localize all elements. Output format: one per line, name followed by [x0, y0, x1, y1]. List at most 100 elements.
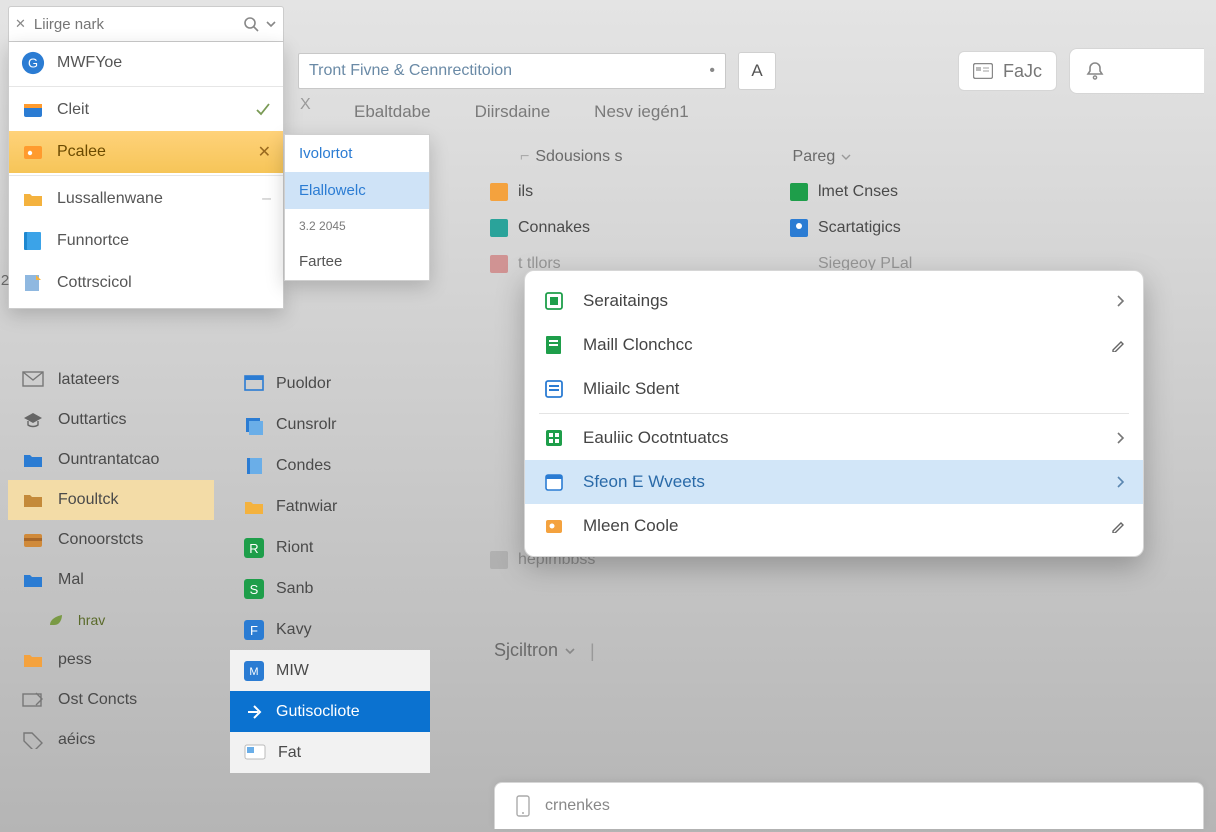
- address-box[interactable]: Tront Fivne & Cennrectitoion •: [298, 53, 726, 89]
- globe-icon: G: [21, 51, 45, 75]
- folder-icon: [21, 187, 45, 211]
- bottom-label: crnenkes: [545, 797, 610, 815]
- list-item[interactable]: Outtartics: [8, 400, 214, 440]
- separator-icon: |: [590, 641, 595, 662]
- font-button[interactable]: A: [738, 52, 776, 90]
- chevron-right-icon: [1115, 431, 1125, 445]
- search-field[interactable]: ✕: [8, 6, 284, 42]
- section-dropdown[interactable]: Sjciltron |: [494, 640, 595, 662]
- search-input[interactable]: [32, 15, 237, 34]
- address-text: Tront Fivne & Cennrectitoion: [309, 62, 512, 80]
- grid-doc-icon: [543, 427, 565, 449]
- person-card-icon: [543, 515, 565, 537]
- book-icon: [21, 229, 45, 253]
- list-item-selected[interactable]: Gutisocliote: [230, 691, 430, 732]
- chevron-down-icon: [841, 152, 851, 162]
- faic-label: FaJc: [1003, 61, 1042, 82]
- svg-text:G: G: [28, 56, 38, 71]
- grid-item[interactable]: Connakes: [490, 210, 730, 246]
- tab-0[interactable]: Ebaltdabe: [354, 102, 431, 122]
- list-item[interactable]: Ountrantatcao: [8, 440, 214, 480]
- dash-icon: –: [262, 190, 271, 208]
- list-item[interactable]: pess: [8, 640, 214, 680]
- sidebar-item-3[interactable]: Lussallenwane –: [9, 178, 283, 220]
- close-icon[interactable]: ✕: [258, 142, 271, 162]
- list-item[interactable]: latateers: [8, 360, 214, 400]
- list-item[interactable]: aéics: [8, 720, 214, 760]
- context-menu: Seraitaings Maill Clonchcc Mliailc Sdent…: [524, 270, 1144, 557]
- chevron-down-icon: [564, 645, 576, 657]
- list-item[interactable]: R Riont: [230, 527, 430, 568]
- column-header-0[interactable]: ⌐Sdousions s: [520, 148, 623, 166]
- list-item[interactable]: Conoorstcts: [8, 520, 214, 560]
- tab-1[interactable]: Diirsdaine: [475, 102, 551, 122]
- sidebar-item-0[interactable]: G MWFYoe: [9, 42, 283, 84]
- sidebar-item-label: MWFYoe: [57, 54, 122, 72]
- close-icon[interactable]: ✕: [15, 16, 26, 32]
- phone-icon: [515, 795, 531, 817]
- list-item[interactable]: Fat: [230, 732, 430, 773]
- list-item[interactable]: Mal: [8, 560, 214, 600]
- menu-item-3[interactable]: Eauliic Ocotntuatcs: [525, 416, 1143, 460]
- menu-item-2[interactable]: Mliailc Sdent: [525, 367, 1143, 411]
- menu-item-4[interactable]: Sfeon E Wveets: [525, 460, 1143, 504]
- chevron-down-icon[interactable]: [265, 18, 277, 30]
- grid-item[interactable]: Scartatigics: [790, 210, 1030, 246]
- list-item[interactable]: Ost Concts: [8, 680, 214, 720]
- menu-item-1[interactable]: Maill Clonchcc: [525, 323, 1143, 367]
- dropdown-item-1[interactable]: Elallowelc: [285, 172, 429, 209]
- app-icon: M: [244, 661, 264, 681]
- list-item[interactable]: Fooultck: [8, 480, 214, 520]
- search-icon[interactable]: [243, 16, 259, 32]
- grid-item[interactable]: lmet Cnses: [790, 174, 1030, 210]
- dropdown-item-2: 3.2 2045: [285, 209, 429, 243]
- hat-icon: [22, 410, 44, 430]
- sidebar-item-label: Pcalee: [57, 143, 106, 161]
- bell-pill[interactable]: [1069, 48, 1204, 94]
- folder-icon: [244, 498, 264, 516]
- app-icon: S: [244, 579, 264, 599]
- folder-icon: [22, 650, 44, 670]
- sidebar-item-label: Lussallenwane: [57, 190, 163, 208]
- dropdown-dot-icon[interactable]: •: [709, 62, 715, 80]
- list-item[interactable]: hrav: [8, 600, 214, 640]
- list-item[interactable]: S Sanb: [230, 568, 430, 609]
- dropdown-item-3[interactable]: Fartee: [285, 243, 429, 280]
- wallet-icon: [22, 530, 44, 550]
- faic-pill[interactable]: FaJc: [958, 51, 1057, 91]
- mail-doc-icon: [543, 334, 565, 356]
- sidebar-item-2[interactable]: Pcalee ✕: [9, 131, 283, 173]
- list-item[interactable]: Puoldor: [230, 363, 430, 404]
- pen-icon: [1111, 338, 1125, 352]
- leaf-icon: [48, 613, 64, 627]
- sidebar-item-4[interactable]: Funnortce: [9, 220, 283, 262]
- column-header-1[interactable]: Pareg: [793, 148, 852, 166]
- menu-item-5[interactable]: Mleen Coole: [525, 504, 1143, 548]
- sidebar-item-label: Cleit: [57, 101, 89, 119]
- grid-item[interactable]: ils: [490, 174, 730, 210]
- mail-icon: [22, 371, 44, 389]
- menu-item-0[interactable]: Seraitaings: [525, 279, 1143, 323]
- list-item[interactable]: Condes: [230, 445, 430, 486]
- font-button-label: A: [751, 61, 762, 81]
- folder-icon: [22, 490, 44, 510]
- list-item[interactable]: M MIW: [230, 650, 430, 691]
- list-item[interactable]: F Kavy: [230, 609, 430, 650]
- sidebar-badge: 2: [0, 272, 14, 289]
- sent-doc-icon: [543, 378, 565, 400]
- sidebar-item-1[interactable]: Cleit: [9, 89, 283, 131]
- sidebar-item-5[interactable]: Cottrscicol: [9, 262, 283, 304]
- photo-card-icon: [244, 744, 266, 762]
- list-item[interactable]: Fatnwiar: [230, 486, 430, 527]
- contact-card-icon: [973, 63, 993, 79]
- sidebar-body: G MWFYoe Cleit Pcalee ✕ Lussall: [8, 42, 284, 309]
- section-label: Sjciltron: [494, 640, 558, 661]
- dropdown-item-0[interactable]: Ivolortot: [285, 135, 429, 172]
- svg-text:R: R: [249, 541, 258, 556]
- bottom-panel: crnenkes: [494, 782, 1204, 829]
- list-item[interactable]: Cunsrolr: [230, 404, 430, 445]
- lower-list: latateers Outtartics Ountrantatcao Fooul…: [8, 360, 214, 832]
- tab-2[interactable]: Nesv iegén1: [594, 102, 689, 122]
- tag-icon: [22, 731, 44, 749]
- settings-doc-icon: [543, 290, 565, 312]
